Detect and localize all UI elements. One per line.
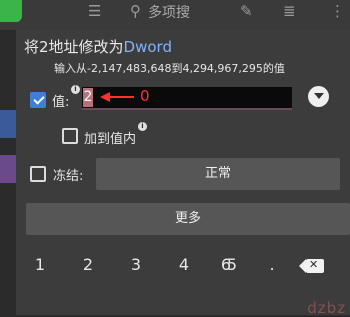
backspace-icon[interactable] xyxy=(299,258,324,273)
value-input[interactable]: 2 0 xyxy=(82,87,292,110)
filter-icon: ☰ xyxy=(88,2,102,20)
app-icon xyxy=(0,0,22,22)
edit-icon: ✎ xyxy=(240,2,253,20)
range-hint: 输入从-2,147,483,648到4,294,967,295的值 xyxy=(54,62,285,75)
value-input-text: 2 xyxy=(83,88,93,107)
more-icon: ⋮ xyxy=(330,2,345,20)
value-dropdown-button[interactable] xyxy=(308,86,329,107)
key-3[interactable]: 3 xyxy=(126,255,146,274)
red-arrow-icon xyxy=(100,92,134,102)
key-6[interactable]: 6 xyxy=(216,255,236,274)
list-icon: ≣ xyxy=(283,2,296,20)
background-list-marker xyxy=(0,155,16,183)
background-list-marker xyxy=(0,110,16,138)
freeze-checkbox[interactable] xyxy=(30,166,46,182)
modify-value-dialog: 将2地址修改为Dword 输入从-2,147,483,648到4,294,967… xyxy=(16,30,350,315)
freeze-mode-button[interactable]: 正常 xyxy=(96,158,340,190)
info-icon[interactable]: i xyxy=(71,85,80,94)
background-tab-label: 多项搜 xyxy=(148,5,190,21)
add-to-value-checkbox[interactable] xyxy=(62,128,78,144)
key-dot[interactable]: . xyxy=(262,255,282,274)
watermark: dzbz xyxy=(307,299,346,317)
search-icon: ⚲ xyxy=(130,2,141,20)
freeze-label: 冻结: xyxy=(53,169,84,184)
background-toolbar: ☰ ⚲ 多项搜 ✎ ≣ ⋮ xyxy=(0,0,350,30)
key-2[interactable]: 2 xyxy=(78,255,98,274)
dialog-title-prefix: 将2地址修改为 xyxy=(24,38,124,56)
info-icon[interactable]: i xyxy=(138,122,147,131)
number-keypad-row: 1 2 3 4 5 6 . xyxy=(16,255,350,279)
key-4[interactable]: 4 xyxy=(174,255,194,274)
dialog-title-type: Dword xyxy=(123,38,172,56)
add-to-value-label: 加到值内 xyxy=(84,132,137,147)
value-label: 值: xyxy=(52,95,70,110)
annotation-value: 0 xyxy=(140,87,150,105)
key-1[interactable]: 1 xyxy=(30,255,50,274)
value-checkbox[interactable] xyxy=(30,92,46,108)
more-button[interactable]: 更多 xyxy=(26,203,350,235)
dialog-title: 将2地址修改为Dword xyxy=(24,36,172,57)
